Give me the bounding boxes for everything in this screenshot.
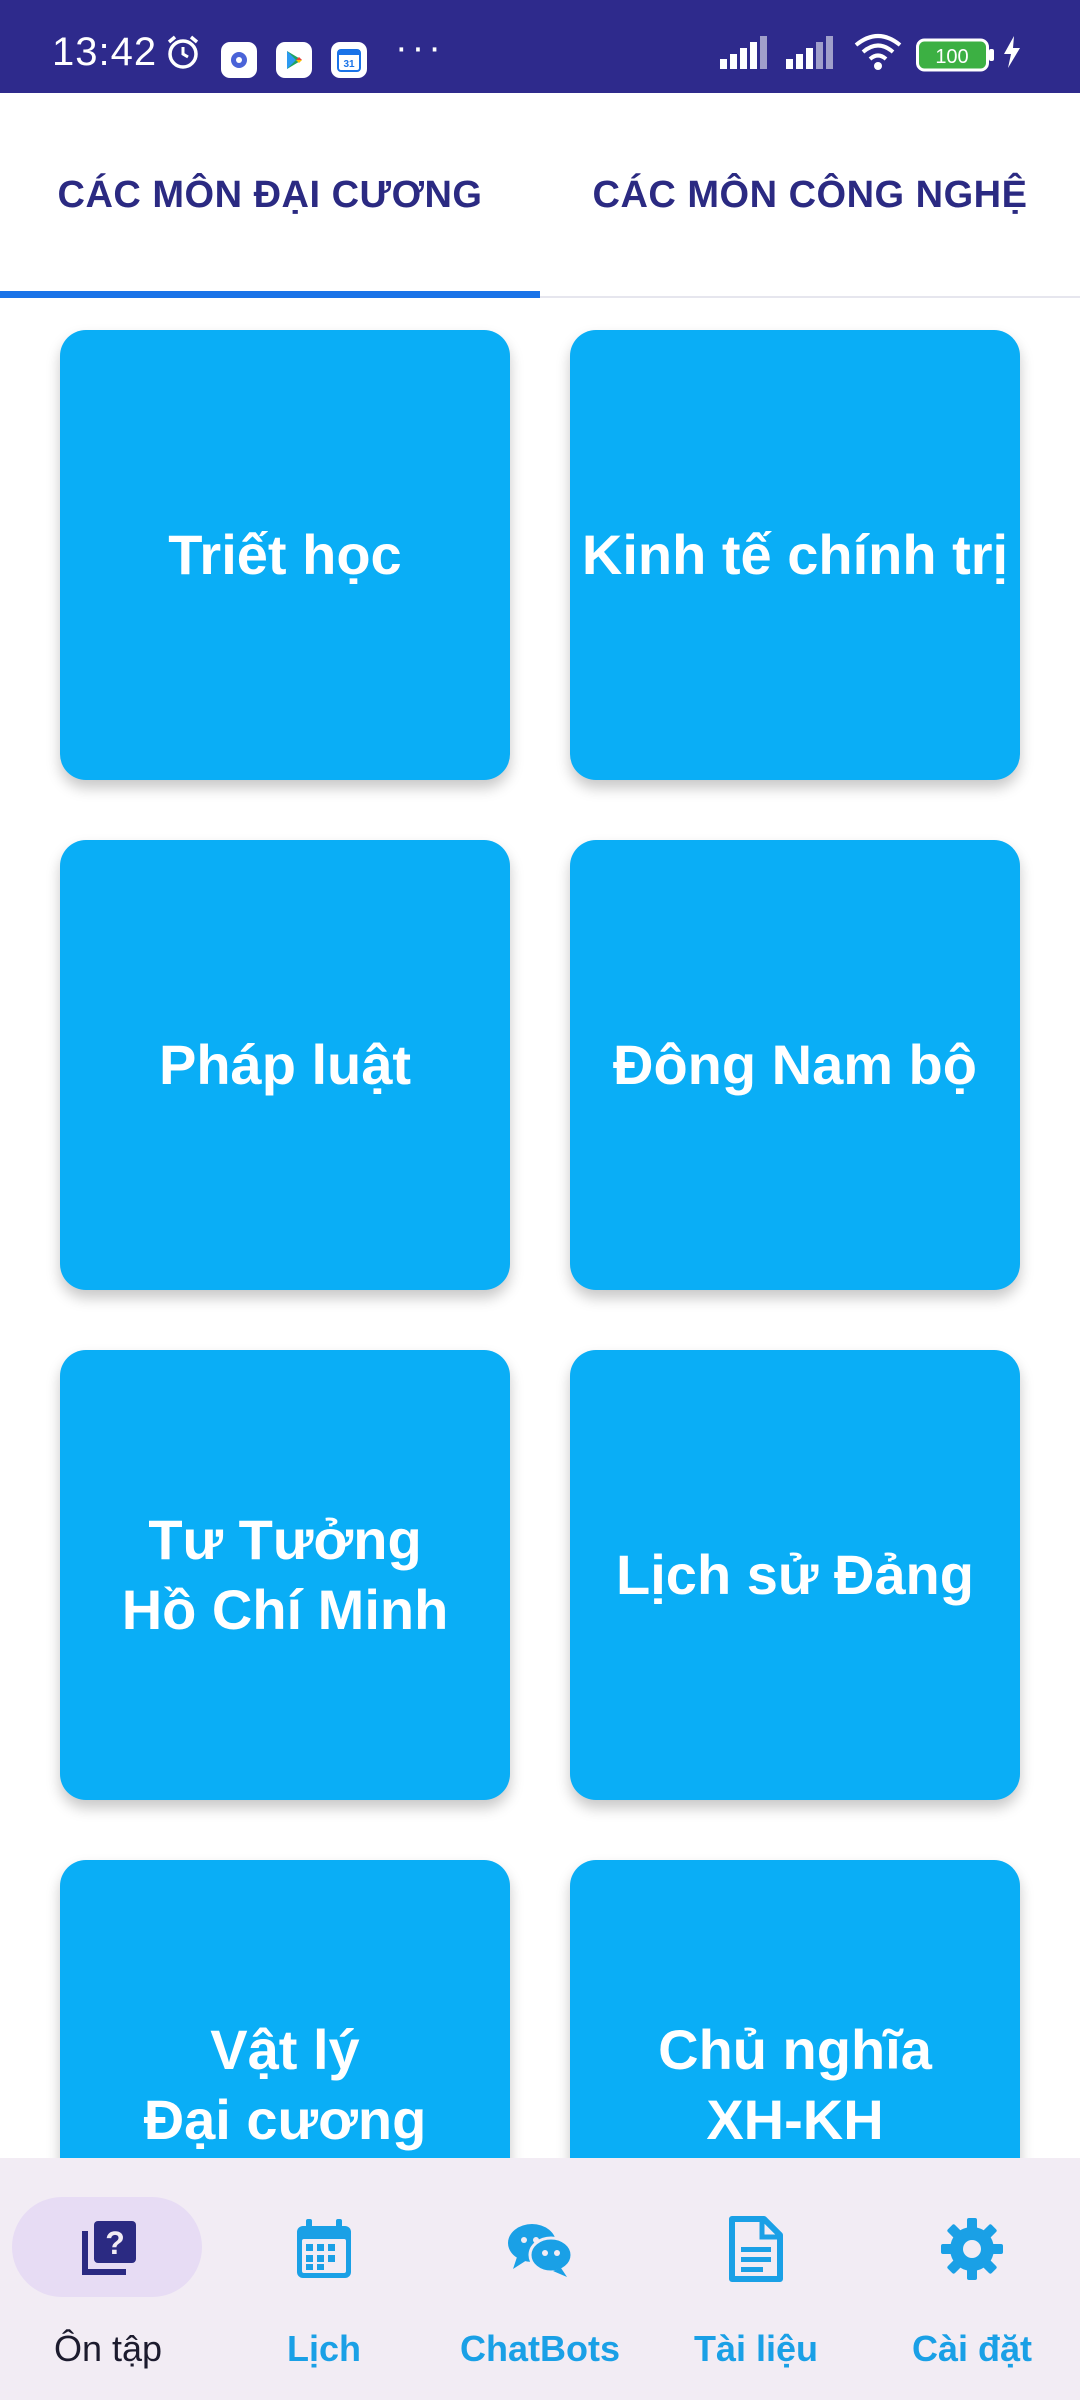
subject-label: Lịch sử Đảng: [616, 1543, 974, 1606]
settings-icon: [936, 2213, 1008, 2285]
nav-label: Ôn tập: [53, 2328, 163, 2369]
battery-level: 100: [935, 46, 968, 68]
calendar-icon: [288, 2213, 360, 2285]
subject-grid: Triết học Kinh tế chính trị Pháp luật Đô…: [0, 298, 1080, 2158]
nav-item-review[interactable]: ? Ôn tập: [0, 2158, 216, 2400]
subject-card-general-physics[interactable]: Vật lý Đại cương: [60, 1860, 510, 2158]
subject-label: Chủ nghĩa XH-KH: [658, 2018, 932, 2151]
subject-label: Đông Nam bộ: [613, 1033, 977, 1096]
charging-icon: [1000, 32, 1024, 72]
calendar-app-icon: 31: [331, 42, 367, 78]
tab-technology-subjects[interactable]: CÁC MÔN CÔNG NGHỆ: [540, 93, 1080, 298]
nav-item-calendar[interactable]: Lịch: [216, 2158, 432, 2400]
nav-label: Lịch: [286, 2328, 361, 2369]
play-store-icon: [276, 42, 312, 78]
subject-card-ho-chi-minh-thought[interactable]: Tư Tưởng Hồ Chí Minh: [60, 1350, 510, 1800]
subject-card-political-economy[interactable]: Kinh tế chính trị: [570, 330, 1020, 780]
status-time: 13:42: [52, 30, 158, 74]
wifi-icon: [852, 32, 904, 72]
subject-label: Pháp luật: [158, 1033, 412, 1096]
signal-icon: [720, 32, 776, 72]
nav-item-chatbots[interactable]: ChatBots: [432, 2158, 648, 2400]
subject-label: Kinh tế chính trị: [581, 523, 1009, 586]
subject-card-scientific-socialism[interactable]: Chủ nghĩa XH-KH: [570, 1860, 1020, 2158]
subject-card-party-history[interactable]: Lịch sử Đảng: [570, 1350, 1020, 1800]
battery-icon: 100: [916, 38, 996, 72]
quiz-icon: ?: [72, 2213, 144, 2285]
nav-item-settings[interactable]: Cài đặt: [864, 2158, 1080, 2400]
more-notifications-icon: ···: [395, 26, 445, 69]
subject-tabs: CÁC MÔN ĐẠI CƯƠNG CÁC MÔN CÔNG NGHỆ: [0, 93, 1080, 298]
bottom-navigation: ? Ôn tập Lịch ChatBots Tài liệu Cài đặt: [0, 2158, 1080, 2400]
subject-label: Tư Tưởng Hồ Chí Minh: [121, 1508, 449, 1641]
subject-label: Triết học: [168, 523, 402, 586]
subject-card-southeast-region[interactable]: Đông Nam bộ: [570, 840, 1020, 1290]
nav-label: Cài đặt: [911, 2328, 1033, 2369]
status-bar: 13:42 31 ··· 100: [0, 0, 1080, 93]
alarm-icon: [162, 32, 204, 72]
subject-label: Vật lý Đại cương: [143, 2018, 427, 2151]
document-icon: [720, 2213, 792, 2285]
nav-item-documents[interactable]: Tài liệu: [648, 2158, 864, 2400]
tab-indicator: [0, 291, 540, 298]
svg-text:?: ?: [105, 2225, 125, 2261]
subject-card-philosophy[interactable]: Triết học: [60, 330, 510, 780]
svg-text:31: 31: [343, 59, 355, 70]
tab-general-subjects[interactable]: CÁC MÔN ĐẠI CƯƠNG: [0, 93, 540, 298]
nav-label: Tài liệu: [693, 2328, 819, 2369]
nav-label: ChatBots: [460, 2328, 620, 2369]
signal-icon: [786, 32, 842, 72]
subject-card-law[interactable]: Pháp luật: [60, 840, 510, 1290]
chat-icon: [504, 2213, 576, 2285]
settings-app-icon: [221, 42, 257, 78]
